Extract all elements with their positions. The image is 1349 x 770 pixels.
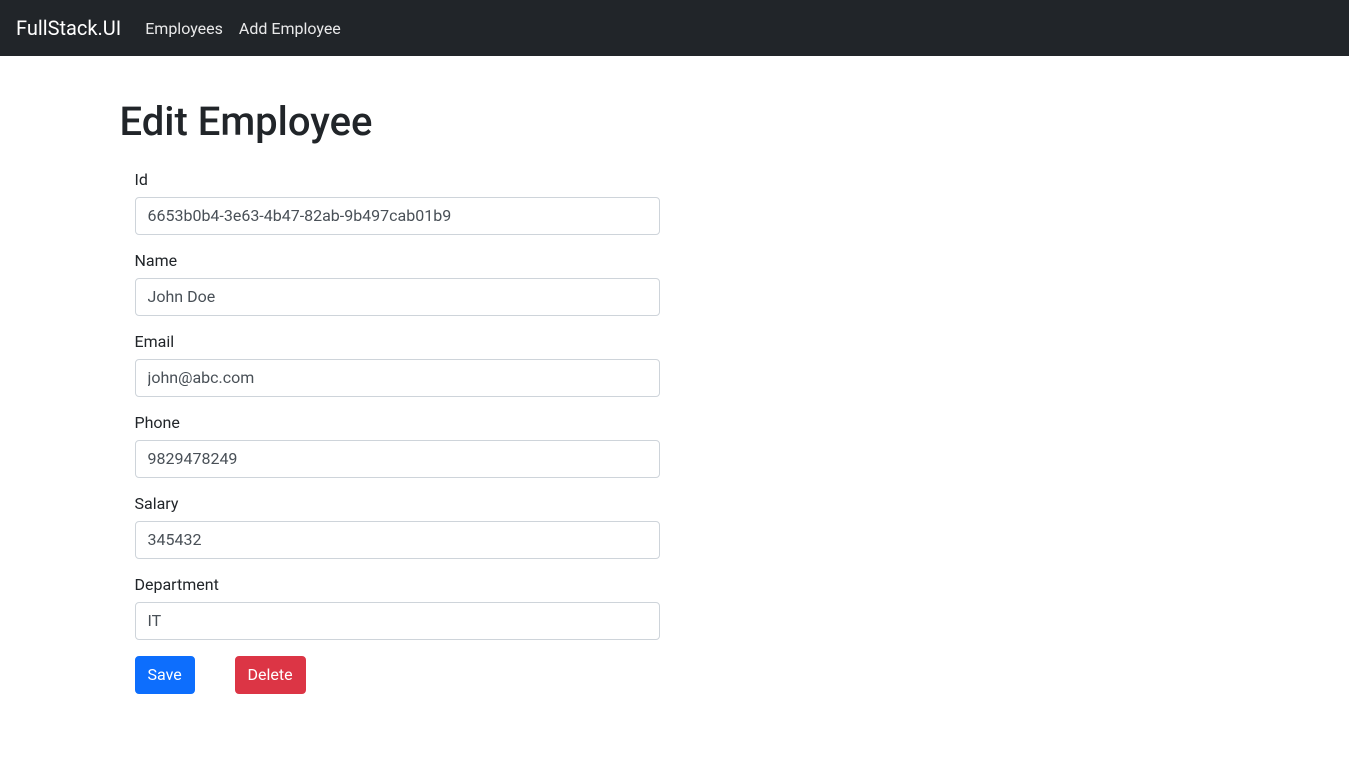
nav-link-add-employee[interactable]: Add Employee xyxy=(231,11,349,46)
id-label: Id xyxy=(135,170,148,189)
phone-field[interactable] xyxy=(135,440,660,478)
salary-label: Salary xyxy=(135,494,179,513)
form-group-name: Name xyxy=(135,251,660,316)
id-field[interactable] xyxy=(135,197,660,235)
save-button[interactable]: Save xyxy=(135,656,195,694)
email-label: Email xyxy=(135,332,175,351)
salary-field[interactable] xyxy=(135,521,660,559)
page-title: Edit Employee xyxy=(120,98,1230,146)
form-group-salary: Salary xyxy=(135,494,660,559)
form-group-id: Id xyxy=(135,170,660,235)
edit-employee-form: Id Name Email Phone Salary xyxy=(120,154,1230,694)
form-group-email: Email xyxy=(135,332,660,397)
department-field[interactable] xyxy=(135,602,660,640)
navbar: FullStack.UI Employees Add Employee xyxy=(0,0,1349,56)
main-container: Edit Employee Id Name Email Phone xyxy=(105,98,1245,694)
button-row: Save Delete xyxy=(120,656,660,694)
navbar-brand[interactable]: FullStack.UI xyxy=(16,11,121,45)
name-field[interactable] xyxy=(135,278,660,316)
phone-label: Phone xyxy=(135,413,180,432)
form-group-phone: Phone xyxy=(135,413,660,478)
department-label: Department xyxy=(135,575,219,594)
navbar-nav: Employees Add Employee xyxy=(137,19,349,38)
nav-link-employees[interactable]: Employees xyxy=(137,11,231,46)
delete-button[interactable]: Delete xyxy=(235,656,306,694)
email-field[interactable] xyxy=(135,359,660,397)
name-label: Name xyxy=(135,251,178,270)
form-group-department: Department xyxy=(135,575,660,640)
